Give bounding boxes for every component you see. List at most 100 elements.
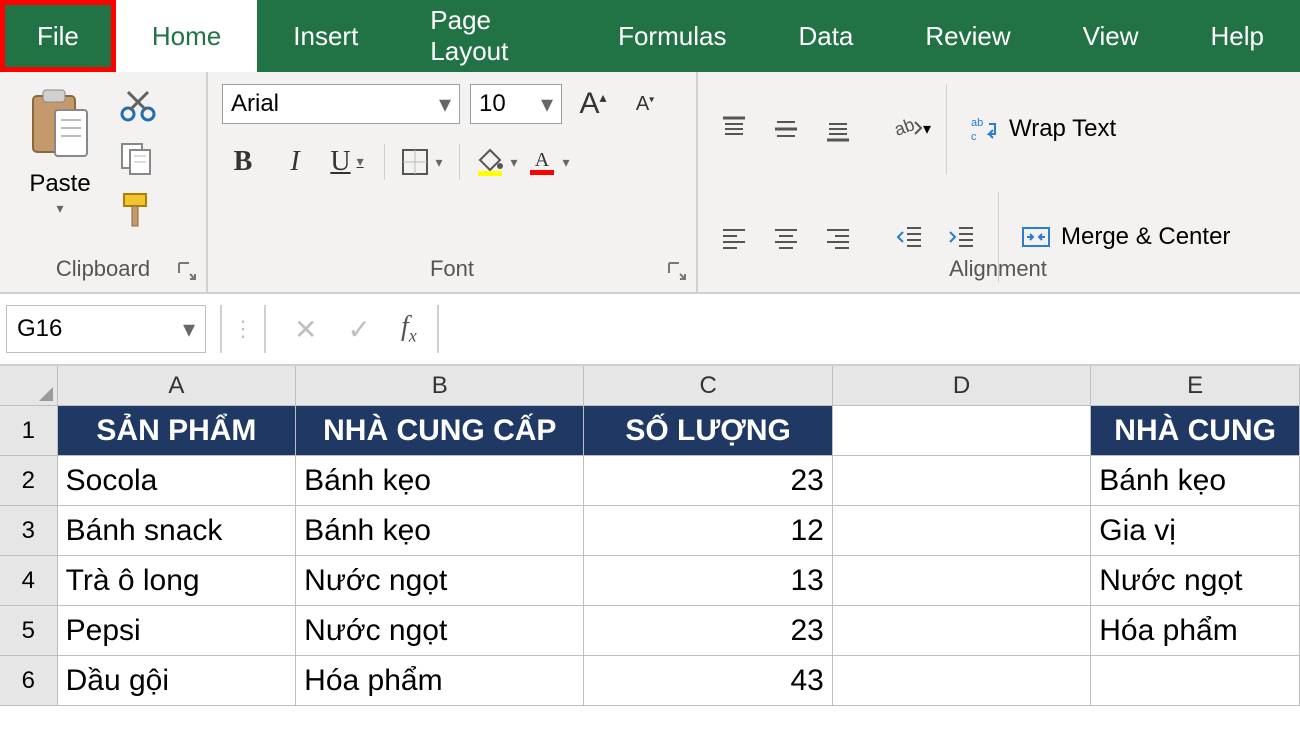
- cell[interactable]: [833, 556, 1091, 605]
- table-row: 3Bánh snackBánh kẹo12 Gia vị: [0, 506, 1300, 556]
- cell[interactable]: [833, 506, 1091, 555]
- col-header-B[interactable]: B: [296, 366, 584, 405]
- cell[interactable]: 13: [584, 556, 832, 605]
- col-header-E[interactable]: E: [1091, 366, 1300, 405]
- ribbon: Paste Clipboard Arial 10 A▴ A▾: [0, 72, 1300, 294]
- row-header[interactable]: 5: [0, 606, 58, 655]
- bold-button[interactable]: B: [222, 142, 264, 182]
- vertical-dots-icon: ⋮: [232, 316, 254, 342]
- decrease-font-size-button[interactable]: A▾: [624, 84, 666, 124]
- font-color-button[interactable]: A: [528, 142, 570, 182]
- cell[interactable]: [1091, 656, 1300, 705]
- cell[interactable]: Gia vị: [1091, 506, 1300, 555]
- wrap-text-button[interactable]: ab c Wrap Text: [961, 109, 1124, 149]
- borders-button[interactable]: [401, 142, 443, 182]
- clipboard-dialog-launcher[interactable]: [176, 260, 198, 282]
- cell-C1[interactable]: SỐ LƯỢNG: [584, 406, 832, 455]
- chevron-down-icon: [541, 90, 553, 119]
- merge-center-label: Merge & Center: [1061, 223, 1230, 251]
- svg-text:c: c: [971, 131, 977, 143]
- group-label-font: Font: [208, 248, 696, 292]
- name-box[interactable]: G16: [6, 305, 206, 353]
- tab-help[interactable]: Help: [1175, 0, 1300, 72]
- insert-function-button[interactable]: fx: [401, 311, 417, 347]
- cell[interactable]: Bánh kẹo: [1091, 456, 1300, 505]
- svg-text:A: A: [535, 149, 550, 171]
- row-header[interactable]: 6: [0, 656, 58, 705]
- underline-button[interactable]: U: [326, 142, 368, 182]
- align-middle-button[interactable]: [764, 109, 808, 149]
- cancel-formula-button[interactable]: ✕: [294, 313, 317, 346]
- group-font: Arial 10 A▴ A▾ B I U A Font: [208, 72, 698, 292]
- column-headers: A B C D E: [0, 366, 1300, 406]
- col-header-D[interactable]: D: [833, 366, 1091, 405]
- format-painter-button[interactable]: [116, 190, 160, 230]
- cell-D1[interactable]: [833, 406, 1091, 455]
- chevron-down-icon: [435, 154, 442, 171]
- cell[interactable]: 43: [584, 656, 832, 705]
- tab-review[interactable]: Review: [889, 0, 1046, 72]
- italic-button[interactable]: I: [274, 142, 316, 182]
- tab-data[interactable]: Data: [762, 0, 889, 72]
- table-row: 4Trà ô longNước ngọt13Nước ngọt: [0, 556, 1300, 606]
- row-header[interactable]: 3: [0, 506, 58, 555]
- orientation-button[interactable]: ab: [888, 109, 932, 149]
- cell[interactable]: Pepsi: [58, 606, 297, 655]
- cell-A1[interactable]: SẢN PHẨM: [58, 406, 297, 455]
- chevron-down-icon: [357, 154, 364, 171]
- group-clipboard: Paste Clipboard: [0, 72, 208, 292]
- fill-color-button[interactable]: [476, 142, 518, 182]
- chevron-down-icon: [439, 90, 451, 119]
- font-size-combo[interactable]: 10: [470, 84, 562, 124]
- font-name-combo[interactable]: Arial: [222, 84, 460, 124]
- svg-text:ab: ab: [971, 117, 983, 129]
- cell[interactable]: Nước ngọt: [1091, 556, 1300, 605]
- cut-button[interactable]: [116, 86, 160, 126]
- ribbon-tabs: File Home Insert Page Layout Formulas Da…: [0, 0, 1300, 72]
- tab-file[interactable]: File: [0, 0, 116, 72]
- cell[interactable]: [833, 456, 1091, 505]
- copy-button[interactable]: [116, 138, 160, 178]
- row-header-1[interactable]: 1: [0, 406, 58, 455]
- row-header[interactable]: 4: [0, 556, 58, 605]
- font-size-value: 10: [479, 90, 506, 118]
- align-top-button[interactable]: [712, 109, 756, 149]
- font-dialog-launcher[interactable]: [666, 260, 688, 282]
- wrap-text-icon: ab c: [969, 114, 999, 144]
- enter-formula-button[interactable]: ✓: [347, 313, 370, 346]
- cell[interactable]: Socola: [58, 456, 297, 505]
- cell[interactable]: Bánh kẹo: [296, 506, 584, 555]
- cell-B1[interactable]: NHÀ CUNG CẤP: [296, 406, 584, 455]
- wrap-text-label: Wrap Text: [1009, 115, 1116, 143]
- cell[interactable]: Nước ngọt: [296, 606, 584, 655]
- chevron-down-icon: [183, 315, 195, 344]
- tab-formulas[interactable]: Formulas: [582, 0, 762, 72]
- tab-home[interactable]: Home: [116, 0, 257, 72]
- cell[interactable]: Bánh kẹo: [296, 456, 584, 505]
- paste-button[interactable]: Paste: [14, 84, 106, 217]
- tab-page-layout[interactable]: Page Layout: [394, 0, 582, 72]
- cell[interactable]: [833, 606, 1091, 655]
- col-header-C[interactable]: C: [584, 366, 832, 405]
- tab-insert[interactable]: Insert: [257, 0, 394, 72]
- cell[interactable]: [833, 656, 1091, 705]
- worksheet-grid: A B C D E 1 SẢN PHẨM NHÀ CUNG CẤP SỐ LƯỢ…: [0, 366, 1300, 706]
- cell[interactable]: Bánh snack: [58, 506, 297, 555]
- col-header-A[interactable]: A: [58, 366, 297, 405]
- cell-E1[interactable]: NHÀ CUNG: [1091, 406, 1300, 455]
- cell[interactable]: Hóa phẩm: [296, 656, 584, 705]
- cell[interactable]: Dầu gội: [58, 656, 297, 705]
- cell[interactable]: Hóa phẩm: [1091, 606, 1300, 655]
- row-header[interactable]: 2: [0, 456, 58, 505]
- cell[interactable]: Nước ngọt: [296, 556, 584, 605]
- select-all-corner[interactable]: [0, 366, 58, 405]
- tab-view[interactable]: View: [1047, 0, 1175, 72]
- align-bottom-button[interactable]: [816, 109, 860, 149]
- cell[interactable]: Trà ô long: [58, 556, 297, 605]
- clipboard-icon: [29, 88, 91, 160]
- cell[interactable]: 23: [584, 606, 832, 655]
- paste-dropdown[interactable]: [56, 200, 63, 217]
- increase-font-size-button[interactable]: A▴: [572, 84, 614, 124]
- cell[interactable]: 12: [584, 506, 832, 555]
- cell[interactable]: 23: [584, 456, 832, 505]
